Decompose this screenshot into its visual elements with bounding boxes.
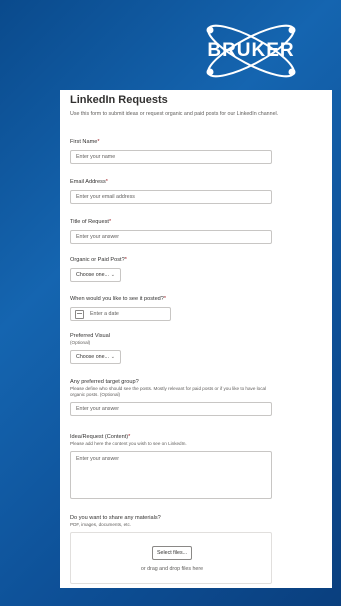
form-title: LinkedIn Requests bbox=[70, 94, 168, 106]
question-first-name: First Name* Enter your name bbox=[70, 139, 272, 164]
question-label: Idea/Request (Content) bbox=[70, 434, 129, 440]
question-label: When would you like to see it posted? bbox=[70, 296, 164, 302]
question-title: Title of Request* Enter your answer bbox=[70, 219, 272, 244]
required-marker: * bbox=[128, 434, 131, 440]
first-name-input[interactable]: Enter your name bbox=[70, 150, 272, 164]
question-visual: Preferred Visual (Optional) Choose one..… bbox=[70, 333, 272, 364]
required-marker: * bbox=[163, 296, 167, 302]
logo-text: BRUKER bbox=[207, 40, 295, 61]
form-card: LinkedIn Requests Use this form to submi… bbox=[60, 90, 332, 588]
visual-select[interactable]: Choose one... ⌄ bbox=[70, 350, 121, 364]
select-files-button[interactable]: Select files... bbox=[152, 546, 192, 560]
question-label: Preferred Visual bbox=[70, 333, 111, 339]
question-email: Email Address* Enter your email address bbox=[70, 179, 272, 204]
question-subtitle: Please add here the content you wish to … bbox=[70, 441, 187, 446]
question-post-date: When would you like to see it posted?* E… bbox=[70, 296, 272, 321]
file-upload-area[interactable]: Select files... or drag and drop files h… bbox=[70, 532, 272, 584]
question-post-type: Organic or Paid Post?* Choose one... ⌄ bbox=[70, 257, 272, 282]
question-label: Organic or Paid Post? bbox=[70, 257, 125, 263]
question-subtitle: (Optional) bbox=[70, 340, 91, 345]
drop-hint: or drag and drop files here bbox=[140, 566, 204, 572]
select-value: Choose one... bbox=[76, 353, 109, 360]
date-placeholder: Enter a date bbox=[90, 311, 119, 317]
idea-textarea[interactable]: Enter your answer bbox=[70, 451, 272, 499]
question-label: Do you want to share any materials? bbox=[70, 515, 161, 521]
required-marker: * bbox=[105, 179, 108, 185]
question-label: Title of Request bbox=[70, 219, 109, 225]
question-target-group: Any preferred target group? Please defin… bbox=[70, 379, 272, 416]
question-label: First Name bbox=[70, 139, 98, 145]
required-marker: * bbox=[108, 219, 112, 225]
select-value: Choose one... bbox=[76, 271, 109, 278]
form-description: Use this form to submit ideas or request… bbox=[70, 111, 279, 117]
question-label: Email Address bbox=[70, 179, 106, 185]
chevron-down-icon: ⌄ bbox=[110, 271, 115, 278]
email-input[interactable]: Enter your email address bbox=[70, 190, 272, 204]
question-materials: Do you want to share any materials? PDF,… bbox=[70, 515, 272, 584]
question-subtitle: PDF, images, documents, etc. bbox=[70, 522, 132, 527]
required-marker: * bbox=[124, 257, 127, 263]
calendar-icon[interactable] bbox=[75, 309, 84, 319]
required-marker: * bbox=[97, 139, 100, 145]
target-group-input[interactable]: Enter your answer bbox=[70, 402, 272, 416]
question-idea: Idea/Request (Content)* Please add here … bbox=[70, 434, 272, 499]
question-subtitle: Please define who should see the posts. … bbox=[70, 386, 267, 397]
title-input[interactable]: Enter your answer bbox=[70, 230, 272, 244]
date-picker[interactable]: Enter a date bbox=[70, 307, 171, 321]
post-type-select[interactable]: Choose one... ⌄ bbox=[70, 268, 121, 282]
chevron-down-icon: ⌄ bbox=[110, 353, 115, 360]
bruker-logo: BRUKER bbox=[196, 22, 306, 80]
question-label: Any preferred target group? bbox=[70, 379, 139, 385]
